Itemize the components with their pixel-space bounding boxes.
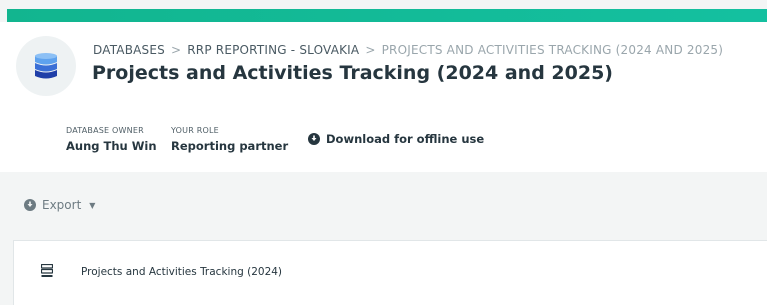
database-header: DATABASES > RRP REPORTING - SLOVAKIA > PROJE… bbox=[0, 22, 767, 172]
database-owner-label: DATABASE OWNER bbox=[66, 126, 144, 135]
your-role-value: Reporting partner bbox=[171, 139, 289, 153]
database-owner-value: Aung Thu Win bbox=[66, 139, 157, 153]
breadcrumb-separator: > bbox=[170, 43, 182, 57]
your-role: YOUR ROLE Reporting partner bbox=[171, 126, 288, 153]
download-circle-icon bbox=[308, 133, 320, 145]
your-role-label: YOUR ROLE bbox=[171, 126, 219, 135]
form-list-icon bbox=[41, 264, 53, 277]
forms-list: Projects and Activities Tracking (2024) bbox=[13, 240, 767, 305]
toolbar: Export ▼ bbox=[0, 172, 767, 238]
list-item-label: Projects and Activities Tracking (2024) bbox=[81, 266, 283, 278]
download-offline-label: Download for offline use bbox=[326, 132, 485, 146]
database-icon bbox=[35, 53, 57, 79]
export-button[interactable]: Export ▼ bbox=[24, 198, 95, 212]
database-owner: DATABASE OWNER Aung Thu Win bbox=[66, 126, 157, 153]
export-label: Export bbox=[42, 198, 82, 212]
caret-down-icon: ▼ bbox=[89, 200, 96, 210]
breadcrumb-separator: > bbox=[365, 43, 376, 57]
database-avatar bbox=[16, 36, 76, 96]
export-circle-icon bbox=[24, 199, 36, 211]
breadcrumb-item-rrp-reporting[interactable]: RRP REPORTING - SLOVAKIA bbox=[187, 43, 359, 57]
download-offline-button[interactable]: Download for offline use bbox=[308, 132, 484, 146]
page-title: Projects and Activities Tracking (2024 a… bbox=[92, 62, 613, 84]
breadcrumb: DATABASES > RRP REPORTING - SLOVAKIA > PROJE… bbox=[93, 43, 723, 57]
breadcrumb-current: PROJECTS AND ACTIVITIES TRACKING (2024 A… bbox=[381, 43, 724, 57]
breadcrumb-item-databases[interactable]: DATABASES bbox=[93, 43, 165, 57]
list-item[interactable]: Projects and Activities Tracking (2024) bbox=[14, 241, 767, 305]
top-accent-bar bbox=[7, 9, 767, 22]
